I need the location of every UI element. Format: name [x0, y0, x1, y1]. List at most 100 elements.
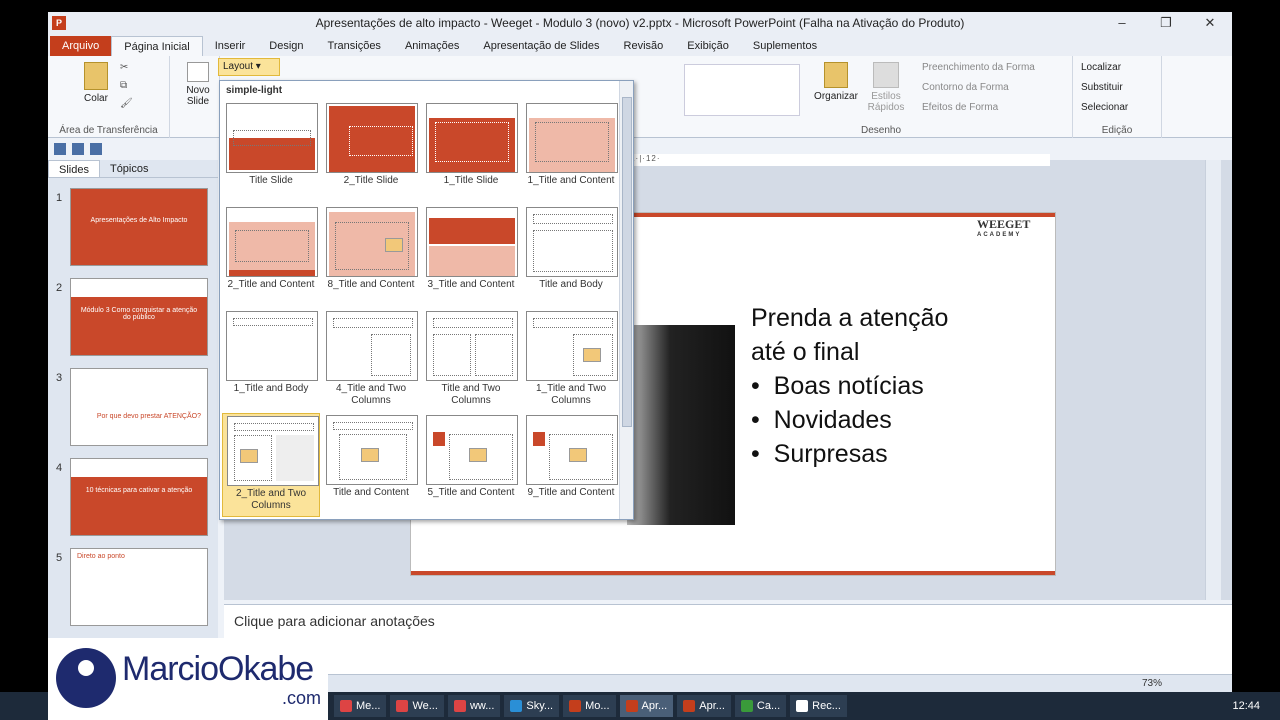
layout-name: 4_Title and Two Columns — [335, 383, 407, 406]
cut-icon[interactable]: ✂ — [120, 62, 128, 73]
select-button[interactable]: Selecionar — [1081, 102, 1128, 113]
paste-button[interactable]: Colar — [78, 62, 114, 104]
taskbar-label: Apr... — [699, 700, 725, 712]
slide-body[interactable]: Prenda a atenção até o final • Boas notí… — [751, 301, 948, 471]
undo-icon[interactable] — [72, 143, 84, 155]
taskbar-item[interactable]: Ca... — [734, 695, 787, 717]
slide-thumbnail[interactable]: Direto ao ponto — [70, 548, 208, 626]
layout-2-title-and-content[interactable]: 2_Title and Content — [222, 205, 320, 309]
taskbar-item[interactable]: ww... — [447, 695, 501, 717]
layout-label: Layout — [223, 61, 254, 72]
tab-exibicao[interactable]: Exibição — [675, 36, 741, 56]
layout-1-title-and-body[interactable]: 1_Title and Body — [222, 309, 320, 413]
powerpoint-icon — [625, 700, 638, 712]
slide-thumbnail[interactable]: 10 técnicas para cativar a atenção — [70, 458, 208, 536]
vertical-scrollbar[interactable] — [1205, 160, 1221, 600]
bullet-item: • Boas notícias — [751, 372, 924, 400]
replace-button[interactable]: Substituir — [1081, 82, 1123, 93]
slide-photo[interactable] — [627, 325, 735, 525]
gallery-scroll-thumb[interactable] — [622, 97, 632, 427]
slide-thumbnail[interactable]: Por que devo prestar ATENÇÃO? — [70, 368, 208, 446]
slide-number: 4 — [56, 462, 63, 474]
taskbar-item[interactable]: Mo... — [563, 695, 616, 717]
layout-name: 1_Title Slide — [443, 175, 499, 186]
tab-suplementos[interactable]: Suplementos — [741, 36, 829, 56]
shape-effects-button[interactable]: Efeitos de Forma — [922, 102, 998, 113]
zoom-level[interactable]: 73% — [1142, 678, 1162, 689]
save-icon[interactable] — [54, 143, 66, 155]
quick-styles-button[interactable]: Estilos Rápidos — [862, 62, 910, 113]
redo-icon[interactable] — [90, 143, 102, 155]
layout-2-title-slide[interactable]: 2_Title Slide — [322, 101, 420, 205]
tab-transicoes[interactable]: Transições — [316, 36, 393, 56]
clipboard-icon — [84, 62, 108, 90]
taskbar-label: We... — [412, 700, 438, 712]
arrange-label: Organizar — [814, 91, 858, 102]
thumb-text: Módulo 3 Como conquistar a atenção do pú… — [80, 307, 198, 321]
notes-pane[interactable]: Clique para adicionar anotações — [224, 604, 1232, 674]
layout-title-slide[interactable]: Title Slide — [222, 101, 320, 205]
clock[interactable]: 12:44 — [1232, 700, 1260, 712]
slide-thumbnail[interactable]: Módulo 3 Como conquistar a atenção do pú… — [70, 278, 208, 356]
layout-name: 2_Title and Content — [227, 279, 315, 290]
close-icon[interactable]: ✕ — [1188, 12, 1232, 34]
layout-1-title-and-two-columns[interactable]: 1_Title and Two Columns — [522, 309, 620, 413]
tab-inserir[interactable]: Inserir — [203, 36, 258, 56]
powerpoint-icon — [683, 700, 696, 712]
taskbar-item[interactable]: Me... — [334, 695, 387, 717]
layout-preview — [326, 415, 418, 485]
shape-fill-button[interactable]: Preenchimento da Forma — [922, 62, 1035, 73]
layout-name: Title and Content — [333, 487, 409, 498]
layout-1-title-and-content[interactable]: 1_Title and Content — [522, 101, 620, 205]
layout-title-and-two-columns[interactable]: Title and Two Columns — [422, 309, 520, 413]
tab-apresentacao[interactable]: Apresentação de Slides — [471, 36, 611, 56]
arrange-button[interactable]: Organizar — [812, 62, 860, 102]
layout-preview — [326, 103, 418, 173]
taskbar-item[interactable]: Apr... — [677, 695, 731, 717]
taskbar-label: Mo... — [585, 700, 610, 712]
gallery-scrollbar[interactable] — [619, 81, 633, 519]
paste-label: Colar — [84, 93, 108, 104]
layout-name: Title and Two Columns — [441, 383, 501, 406]
taskbar-item[interactable]: Apr... — [619, 695, 674, 717]
layout-2-title-and-two-columns[interactable]: 2_Title and Two Columns — [222, 413, 320, 517]
brand-domain: .com — [282, 688, 322, 708]
taskbar-label: ww... — [469, 700, 495, 712]
taskbar-item[interactable]: Rec... — [790, 695, 847, 717]
layout-9-title-and-content[interactable]: 9_Title and Content — [522, 413, 620, 517]
tab-animacoes[interactable]: Animações — [393, 36, 471, 56]
layout-preview — [526, 311, 618, 381]
tab-arquivo[interactable]: Arquivo — [50, 36, 112, 56]
drawing-group-label: Desenho — [860, 125, 902, 136]
new-slide-icon — [187, 62, 209, 82]
slide-number: 2 — [56, 282, 63, 294]
layout-5-title-and-content[interactable]: 5_Title and Content — [422, 413, 520, 517]
layout-preview — [227, 416, 319, 486]
tab-revisao[interactable]: Revisão — [612, 36, 676, 56]
tab-design[interactable]: Design — [257, 36, 315, 56]
tab-slides[interactable]: Slides — [48, 160, 100, 177]
layout-button[interactable]: Layout ▾ — [218, 58, 280, 76]
layout-title-and-body[interactable]: Title and Body — [522, 205, 620, 309]
layout-preview — [426, 311, 518, 381]
window-title: Apresentações de alto impacto - Weeget -… — [315, 16, 965, 30]
shape-outline-button[interactable]: Contorno da Forma — [922, 82, 1009, 93]
layout-3-title-and-content[interactable]: 3_Title and Content — [422, 205, 520, 309]
copy-icon[interactable]: ⧉ — [120, 80, 127, 91]
maximize-icon[interactable]: ❐ — [1144, 12, 1188, 34]
layout-8-title-and-content[interactable]: 8_Title and Content — [322, 205, 420, 309]
minimize-icon[interactable]: – — [1100, 12, 1144, 34]
taskbar-item[interactable]: Sky... — [504, 695, 560, 717]
layout-title-and-content[interactable]: Title and Content — [322, 413, 420, 517]
format-painter-icon[interactable]: 🖌 — [120, 98, 133, 109]
find-button[interactable]: Localizar — [1081, 62, 1121, 73]
layout-preview — [526, 207, 618, 277]
layout-4-title-and-two-columns[interactable]: 4_Title and Two Columns — [322, 309, 420, 413]
taskbar-item[interactable]: We... — [390, 695, 444, 717]
new-slide-button[interactable]: Novo Slide — [178, 62, 218, 107]
layout-1-title-slide[interactable]: 1_Title Slide — [422, 101, 520, 205]
slide-thumbnail[interactable]: Apresentações de Alto Impacto — [70, 188, 208, 266]
tab-pagina-inicial[interactable]: Página Inicial — [111, 36, 203, 56]
shapes-gallery[interactable] — [684, 64, 800, 116]
tab-topicos[interactable]: Tópicos — [100, 160, 159, 177]
